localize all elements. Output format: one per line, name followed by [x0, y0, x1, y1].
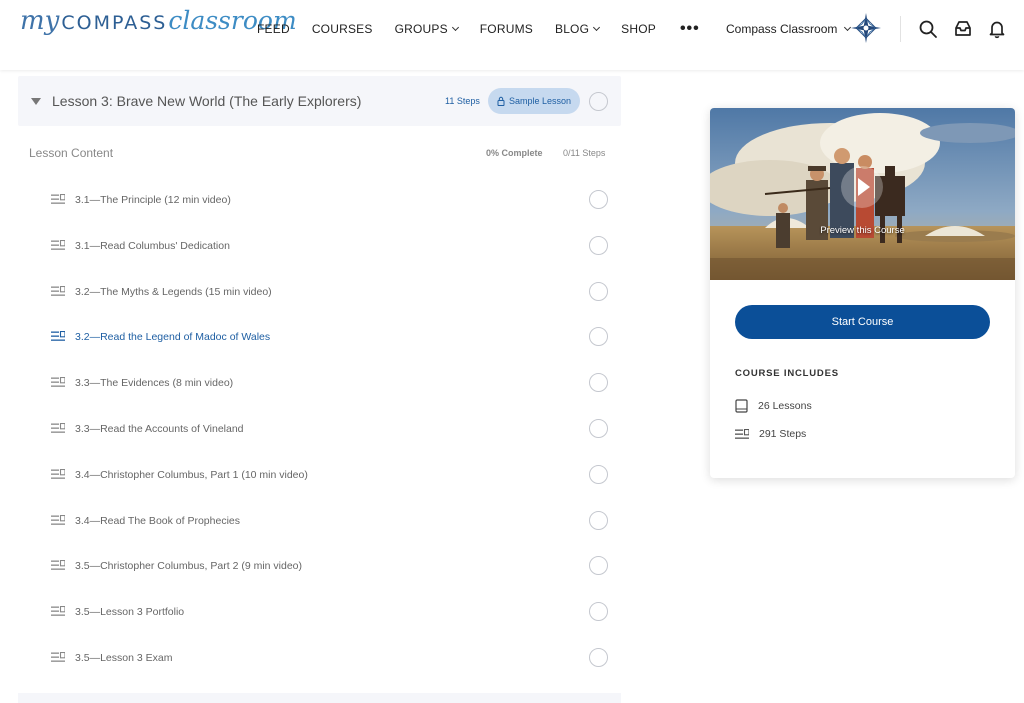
- more-menu-button[interactable]: •••: [680, 20, 700, 38]
- lesson-content-header: Lesson Content 0% Complete 0/11 Steps: [18, 130, 621, 172]
- includes-lessons: 26 Lessons: [735, 398, 812, 414]
- step-row[interactable]: 3.3—The Evidences (8 min video): [18, 360, 621, 406]
- nav-label: BLOG: [554, 22, 590, 36]
- step-row[interactable]: 3.3—Read the Accounts of Vineland: [18, 406, 621, 452]
- step-status-circle[interactable]: [589, 510, 608, 530]
- step-row-active[interactable]: 3.2—Read the Legend of Madoc of Wales: [18, 314, 621, 360]
- course-includes-title: COURSE INCLUDES: [735, 368, 839, 379]
- search-icon[interactable]: [918, 19, 938, 39]
- step-label[interactable]: 3.5—Christopher Columbus, Part 2 (9 min …: [75, 560, 302, 572]
- main-nav: FEED COURSES GROUPS FORUMS BLOG SHOP •••: [257, 0, 722, 58]
- sample-lesson-label: Sample Lesson: [508, 96, 572, 106]
- topic-icon: [51, 239, 65, 250]
- step-label[interactable]: 3.2—The Myths & Legends (15 min video): [75, 286, 272, 298]
- play-icon[interactable]: [841, 166, 883, 208]
- nav-item-feed[interactable]: FEED: [257, 22, 290, 36]
- topic-icon: [51, 606, 65, 616]
- chevron-down-icon: [451, 23, 459, 32]
- topic-icon: [51, 560, 65, 571]
- step-status-circle[interactable]: [589, 464, 608, 484]
- step-label[interactable]: 3.1—The Principle (12 min video): [75, 194, 231, 206]
- step-row[interactable]: 3.5—Lesson 3 Exam: [18, 635, 621, 681]
- lock-icon: [497, 96, 505, 106]
- site-logo[interactable]: my COMPASS classroom: [20, 6, 297, 50]
- step-label[interactable]: 3.2—Read the Legend of Madoc of Wales: [75, 331, 270, 343]
- compass-avatar-icon[interactable]: [850, 12, 882, 44]
- header-divider: [900, 16, 901, 42]
- lessons-count: 26 Lessons: [758, 400, 812, 412]
- steps-progress: 0/11 Steps: [563, 148, 606, 158]
- nav-label: COURSES: [311, 22, 373, 36]
- nav-label: SHOP: [621, 22, 656, 36]
- book-icon: [735, 399, 748, 413]
- step-row[interactable]: 3.1—Read Columbus' Dedication: [18, 223, 621, 269]
- percent-complete: 0% Complete: [486, 148, 543, 158]
- steps-total: 291 Steps: [759, 428, 807, 440]
- nav-label: FORUMS: [479, 22, 533, 36]
- step-row[interactable]: 3.1—The Principle (12 min video): [18, 177, 621, 223]
- topic-icon: [51, 285, 65, 296]
- topic-icon: [51, 468, 65, 479]
- step-status-circle[interactable]: [589, 602, 608, 622]
- nav-item-groups[interactable]: GROUPS: [394, 22, 459, 36]
- next-lesson-strip: [18, 693, 621, 703]
- step-row[interactable]: 3.4—Read The Book of Prophecies: [18, 498, 621, 544]
- course-preview-video[interactable]: Preview this Course: [710, 108, 1015, 280]
- preview-course-label[interactable]: Preview this Course: [710, 225, 1015, 236]
- start-course-button[interactable]: Start Course: [735, 305, 990, 339]
- nav-item-shop[interactable]: SHOP: [621, 22, 656, 36]
- step-label[interactable]: 3.4—Christopher Columbus, Part 1 (10 min…: [75, 469, 308, 481]
- topic-icon: [51, 651, 65, 662]
- step-label[interactable]: 3.3—Read the Accounts of Vineland: [75, 423, 244, 435]
- lesson-content-title: Lesson Content: [29, 146, 114, 160]
- course-card: Preview this Course Start Course COURSE …: [710, 108, 1015, 478]
- step-row[interactable]: 3.4—Christopher Columbus, Part 1 (10 min…: [18, 452, 621, 498]
- step-row[interactable]: 3.5—Christopher Columbus, Part 2 (9 min …: [18, 543, 621, 589]
- nav-label: FEED: [257, 22, 290, 36]
- bell-icon[interactable]: [987, 19, 1007, 39]
- step-status-circle[interactable]: [589, 235, 608, 255]
- nav-item-courses[interactable]: COURSES: [312, 22, 373, 36]
- step-row[interactable]: 3.2—The Myths & Legends (15 min video): [18, 269, 621, 315]
- inbox-icon[interactable]: [953, 19, 973, 39]
- lesson-status-circle[interactable]: [589, 92, 608, 111]
- step-status-circle[interactable]: [589, 647, 608, 667]
- step-label[interactable]: 3.5—Lesson 3 Portfolio: [75, 606, 184, 618]
- account-name: Compass Classroom: [726, 22, 838, 36]
- topic-icon: [51, 194, 65, 204]
- step-status-circle[interactable]: [589, 190, 608, 209]
- step-status-circle[interactable]: [589, 418, 608, 438]
- logo-my-text: my: [20, 6, 60, 36]
- account-menu[interactable]: Compass Classroom: [726, 0, 852, 58]
- step-label[interactable]: 3.4—Read The Book of Prophecies: [75, 515, 240, 527]
- step-label[interactable]: 3.3—The Evidences (8 min video): [75, 377, 233, 389]
- step-row[interactable]: 3.5—Lesson 3 Portfolio: [18, 589, 621, 635]
- steps-list: 3.1—The Principle (12 min video) 3.1—Rea…: [18, 177, 621, 681]
- lesson-steps-count: 11 Steps: [445, 96, 480, 106]
- step-label[interactable]: 3.1—Read Columbus' Dedication: [75, 240, 230, 252]
- step-status-circle[interactable]: [589, 556, 608, 576]
- lesson-title: Lesson 3: Brave New World (The Early Exp…: [52, 93, 362, 109]
- nav-item-blog[interactable]: BLOG: [554, 22, 601, 36]
- logo-compass-text: COMPASS: [61, 12, 168, 34]
- site-header: my COMPASS classroom FEED COURSES GROUPS…: [0, 0, 1024, 70]
- topic-icon: [51, 422, 65, 433]
- nav-label: GROUPS: [394, 22, 448, 36]
- topic-icon: [51, 514, 65, 525]
- caret-down-icon[interactable]: [31, 98, 41, 105]
- step-label[interactable]: 3.5—Lesson 3 Exam: [75, 652, 172, 664]
- step-status-circle[interactable]: [589, 327, 608, 347]
- sample-lesson-badge: Sample Lesson: [488, 88, 580, 114]
- step-status-circle[interactable]: [589, 373, 608, 393]
- steps-icon: [735, 428, 749, 439]
- chevron-down-icon: [593, 23, 601, 32]
- topic-icon: [51, 331, 65, 342]
- step-status-circle[interactable]: [589, 281, 608, 301]
- nav-item-forums[interactable]: FORUMS: [480, 22, 533, 36]
- topic-icon: [51, 377, 65, 387]
- lesson-header[interactable]: Lesson 3: Brave New World (The Early Exp…: [18, 76, 621, 126]
- includes-steps: 291 Steps: [735, 426, 806, 442]
